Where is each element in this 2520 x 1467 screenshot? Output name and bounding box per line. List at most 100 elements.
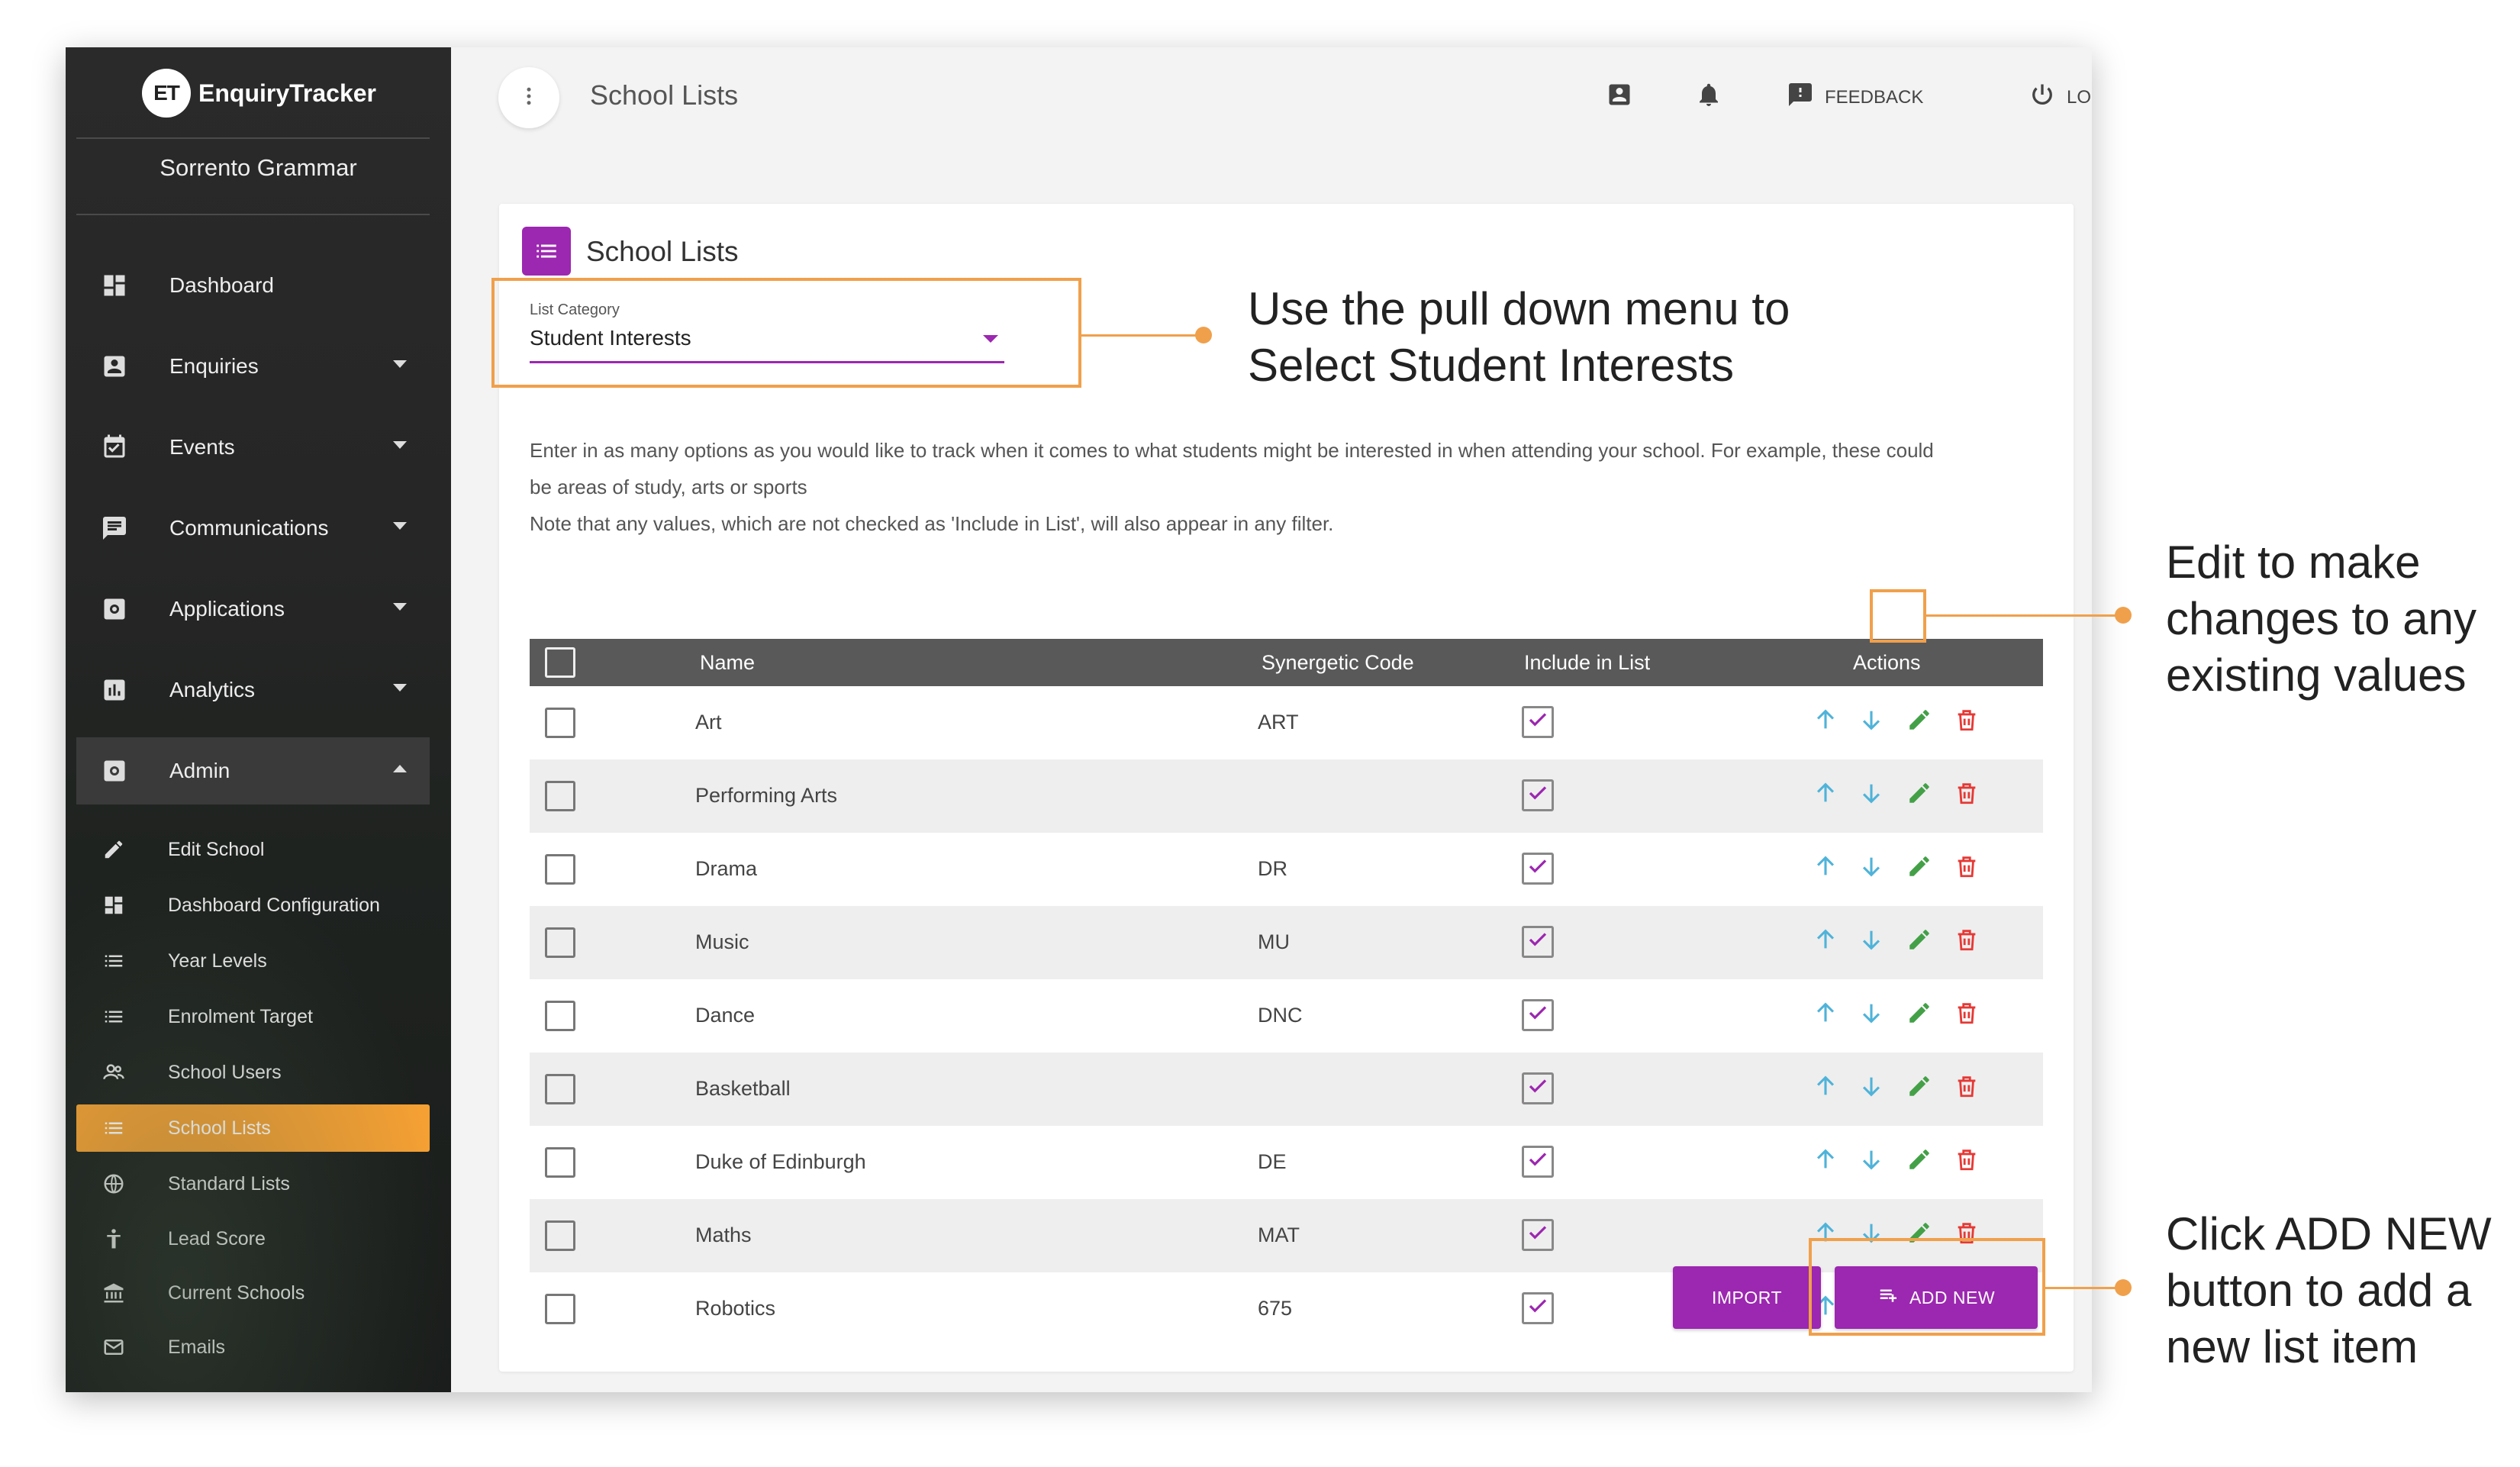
edit-button[interactable] [1903, 706, 1935, 738]
pencil-icon [1906, 780, 1932, 811]
power-icon [2029, 81, 2056, 114]
chevron-up-icon [393, 765, 407, 772]
header-actions: Actions [1853, 651, 1921, 674]
sidebar-subitem-school-users[interactable]: School Users [76, 1049, 430, 1096]
sidebar-item-dashboard[interactable]: Dashboard [76, 252, 430, 319]
sidebar-subitem-school-lists[interactable]: School Lists [76, 1104, 430, 1152]
row-checkbox[interactable] [545, 1220, 575, 1251]
sidebar-item-analytics[interactable]: Analytics [76, 656, 430, 724]
row-checkbox[interactable] [545, 1001, 575, 1031]
move-up-button[interactable] [1809, 926, 1842, 958]
feedback-button[interactable]: FEEDBACK [1787, 81, 1923, 114]
sidebar-item-enquiries[interactable]: Enquiries [76, 333, 430, 400]
table-row: Duke of Edinburgh DE [530, 1126, 2043, 1199]
move-up-button[interactable] [1809, 1072, 1842, 1104]
bar-chart-icon [99, 675, 130, 705]
include-in-list-checkbox[interactable] [1522, 999, 1554, 1031]
logout-button[interactable]: LOGOUT [2029, 81, 2092, 114]
sidebar-subitem-dashboard-configuration[interactable]: Dashboard Configuration [76, 882, 430, 929]
delete-button[interactable] [1951, 926, 1983, 958]
sidebar-item-communications[interactable]: Communications [76, 495, 430, 562]
more-menu-button[interactable] [498, 67, 559, 128]
move-up-button[interactable] [1809, 779, 1842, 811]
edit-button[interactable] [1903, 1072, 1935, 1104]
row-checkbox[interactable] [545, 1294, 575, 1324]
move-down-button[interactable] [1855, 1146, 1887, 1178]
delete-button[interactable] [1951, 1072, 1983, 1104]
sidebar-subitem-enrolment-target[interactable]: Enrolment Target [76, 993, 430, 1040]
sidebar-item-applications[interactable]: Applications [76, 576, 430, 643]
arrow-up-icon [1813, 853, 1838, 885]
profile-button[interactable] [1606, 81, 1633, 114]
move-up-button[interactable] [1809, 853, 1842, 885]
edit-button[interactable] [1903, 999, 1935, 1031]
move-up-button[interactable] [1809, 999, 1842, 1031]
move-down-button[interactable] [1855, 706, 1887, 738]
include-in-list-checkbox[interactable] [1522, 706, 1554, 738]
row-checkbox[interactable] [545, 708, 575, 738]
include-in-list-checkbox[interactable] [1522, 1292, 1554, 1324]
row-checkbox[interactable] [545, 781, 575, 811]
move-up-button[interactable] [1809, 1146, 1842, 1178]
sidebar-subitem-label: Edit School [168, 838, 265, 860]
add-connector-line [2045, 1287, 2122, 1289]
edit-connector-dot [2115, 607, 2132, 624]
delete-button[interactable] [1951, 706, 1983, 738]
include-in-list-checkbox[interactable] [1522, 1072, 1554, 1104]
include-in-list-checkbox[interactable] [1522, 1146, 1554, 1178]
delete-button[interactable] [1951, 1146, 1983, 1178]
edit-button[interactable] [1903, 853, 1935, 885]
import-button[interactable]: IMPORT [1673, 1266, 1821, 1329]
select-annotation: Use the pull down menu to Select Student… [1248, 281, 1790, 394]
sidebar-subitem-year-levels[interactable]: Year Levels [76, 937, 430, 985]
description-line: Enter in as many options as you would li… [530, 439, 1934, 462]
sidebar-subitem-lead-score[interactable]: Lead Score [76, 1215, 430, 1262]
row-checkbox[interactable] [545, 1147, 575, 1178]
sidebar-subitem-edit-school[interactable]: Edit School [76, 826, 430, 873]
move-down-button[interactable] [1855, 926, 1887, 958]
row-checkbox[interactable] [545, 927, 575, 958]
row-code: DE [1258, 1150, 1287, 1173]
move-down-button[interactable] [1855, 999, 1887, 1031]
trash-icon [1954, 927, 1980, 958]
row-code: ART [1258, 711, 1299, 734]
edit-button[interactable] [1903, 1146, 1935, 1178]
message-icon [99, 513, 130, 543]
include-in-list-checkbox[interactable] [1522, 926, 1554, 958]
row-name: Duke of Edinburgh [695, 1150, 866, 1173]
add-new-annotation: Click ADD NEW button to add a new list i… [2166, 1206, 2492, 1375]
mail-icon [101, 1334, 127, 1360]
calendar-check-icon [99, 432, 130, 463]
include-in-list-checkbox[interactable] [1522, 1219, 1554, 1251]
sidebar-subitem-current-schools[interactable]: Current Schools [76, 1269, 430, 1317]
sidebar-item-admin[interactable]: Admin [76, 737, 430, 804]
arrow-up-icon [1813, 1146, 1838, 1178]
delete-button[interactable] [1951, 999, 1983, 1031]
move-down-button[interactable] [1855, 1072, 1887, 1104]
edit-button[interactable] [1903, 926, 1935, 958]
delete-button[interactable] [1951, 779, 1983, 811]
annotation-line: new list item [2166, 1321, 2418, 1372]
delete-button[interactable] [1951, 853, 1983, 885]
table-row: Dance DNC [530, 979, 2043, 1053]
move-up-button[interactable] [1809, 706, 1842, 738]
sidebar-item-events[interactable]: Events [76, 414, 430, 481]
notifications-button[interactable] [1695, 81, 1722, 114]
brand-logo[interactable]: ET EnquiryTracker [142, 69, 376, 118]
list-icon [101, 1004, 127, 1030]
contact-icon [99, 351, 130, 382]
move-down-button[interactable] [1855, 853, 1887, 885]
row-checkbox[interactable] [545, 1074, 575, 1104]
include-in-list-checkbox[interactable] [1522, 779, 1554, 811]
settings-box-icon [99, 594, 130, 624]
include-in-list-checkbox[interactable] [1522, 853, 1554, 885]
row-checkbox[interactable] [545, 854, 575, 885]
table-row: Drama DR [530, 833, 2043, 906]
sidebar-subitem-label: Dashboard Configuration [168, 894, 380, 916]
row-code: MAT [1258, 1224, 1300, 1246]
select-all-checkbox[interactable] [545, 647, 575, 678]
move-down-button[interactable] [1855, 779, 1887, 811]
edit-button[interactable] [1903, 779, 1935, 811]
sidebar-subitem-emails[interactable]: Emails [76, 1324, 430, 1371]
sidebar-subitem-standard-lists[interactable]: Standard Lists [76, 1160, 430, 1207]
